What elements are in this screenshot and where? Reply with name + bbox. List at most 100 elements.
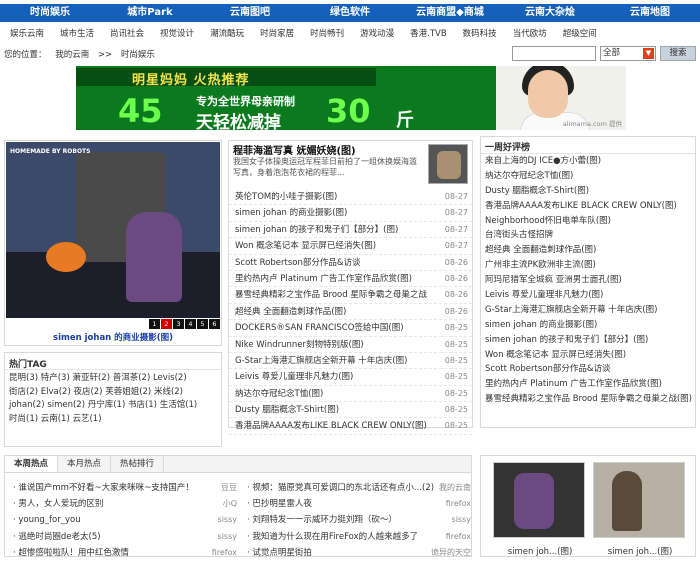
thumb-caption[interactable]: simen joh...(图) <box>594 545 686 557</box>
thumb-image[interactable]: simen joh...(图) <box>493 462 585 557</box>
list-item[interactable]: simen johan 的孩子和鬼子们【部分】(图) 08-27 <box>229 222 472 239</box>
subnav-item[interactable]: 当代欧坊 <box>513 27 547 39</box>
banner-model-image: alimama.com 提供 <box>496 66 626 130</box>
list-item[interactable]: · 我知道为什么现在用FireFox的人越来越多了 firefox <box>243 529 473 545</box>
list-item[interactable]: 纳达尔夺冠纪念T恤(图) 08-25 <box>229 386 472 403</box>
photo-logo: HOMEMADE BY ROBOTS <box>10 148 91 155</box>
list-item[interactable]: Won 概念笔记本 显示屏已经消失(图) <box>481 348 695 363</box>
weekly-rank-title: 一周好评榜 <box>481 137 695 154</box>
list-item[interactable]: Leivis 尊爱儿童理非凡魅力(图) <box>481 288 695 303</box>
news-thumbnail[interactable] <box>428 144 468 184</box>
list-item[interactable]: simen johan 的商业摄影(图) <box>481 318 695 333</box>
thumb-caption[interactable]: simen joh...(图) <box>494 545 586 557</box>
tag-row[interactable]: 时尚(1) 云南(1) 云艺(1) <box>9 413 217 427</box>
tab-this-month[interactable]: 本月热点 <box>58 456 112 472</box>
list-item[interactable]: Scott Robertson部分作品&访谈 08-26 <box>229 255 472 271</box>
news-description: 我国女子体操奥运冠军程菲日前拍了一组休换娱海滥写真，身着泡泡花衣裙的程菲... <box>233 157 417 177</box>
nav-green-software[interactable]: 绿色软件 <box>300 4 400 22</box>
list-item[interactable]: 香港品牌AAAA发布LIKE BLACK CREW ONLY(图) <box>481 199 695 214</box>
thumb-image[interactable]: simen joh...(图) <box>593 462 685 557</box>
list-item[interactable]: Nike Windrunner刻物特别版(图) 08-25 <box>229 337 472 353</box>
pager-2[interactable]: 2 <box>161 319 172 329</box>
chevron-down-icon[interactable]: ▼ <box>643 48 654 59</box>
subnav-item[interactable]: 时尚家居 <box>260 27 294 39</box>
subnav-item[interactable]: 数码科技 <box>463 27 497 39</box>
list-item[interactable]: DOCKERS®SAN FRANCISCO签给中国(图) 08-25 <box>229 320 472 337</box>
tab-this-week[interactable]: 本周热点 <box>5 456 59 472</box>
list-item[interactable]: · young_for_you sissy <box>9 512 239 528</box>
banner-slogan: 天轻松减掉 <box>196 113 281 130</box>
nav-yunnan-mall[interactable]: 云南商盟◆商城 <box>400 4 500 22</box>
list-item[interactable]: 来自上海的DJ ICE●方小蕾(图) <box>481 154 695 169</box>
tag-row[interactable]: 街店(2) Elva(2) 夜店(2) 芙蓉姐姐(2) 米线(2) <box>9 386 217 400</box>
featured-photo[interactable]: HOMEMADE BY ROBOTS <box>6 142 220 318</box>
photo-pager: 1 2 3 4 5 6 <box>149 319 220 329</box>
list-item[interactable]: · 逃绝时尚圈de老太(5) sissy <box>9 529 239 545</box>
list-item[interactable]: Won 概念笔记本 显示屏已经消失(图) 08-27 <box>229 238 472 255</box>
search-button[interactable]: 搜索 <box>660 46 696 61</box>
pager-3[interactable]: 3 <box>173 319 184 329</box>
list-item[interactable]: · 谁说国产mm不好看~大家来咪咪~支持国产！ 豆豆 <box>9 480 239 496</box>
list-item[interactable]: · 超惨感啦啦队！用中红色激情 firefox <box>9 545 239 561</box>
news-box: 程菲海滥写真 妩媚妖娆(图) 我国女子体操奥运冠军程菲日前拍了一组休换娱海滥写真… <box>228 140 473 435</box>
subnav-item[interactable]: 娱乐云南 <box>10 27 44 39</box>
list-item[interactable]: · 巴抄明星雷人夜 firefox <box>243 496 473 512</box>
list-item[interactable]: 里约热内卢 Platinum 广告工作室作品欣赏(图) <box>481 377 695 392</box>
list-item[interactable]: 英伦TOM的小哇子摄影(图) 08-27 <box>229 189 472 206</box>
banner-number-30: 30 <box>326 92 371 130</box>
subnav-item[interactable]: 视觉设计 <box>160 27 194 39</box>
list-item[interactable]: 香港品牌AAAA发布LIKE BLACK CREW ONLY(图) 08-25 <box>229 418 472 435</box>
list-item[interactable]: 阿玛尼猎军全城疯 亚洲男士面孔(图) <box>481 273 695 288</box>
subnav-item[interactable]: 超级空间 <box>563 27 597 39</box>
list-item[interactable]: · 男人，女人爱玩的区别 小Q <box>9 496 239 512</box>
pager-5[interactable]: 5 <box>197 319 208 329</box>
list-item[interactable]: 里约热内卢 Platinum 广告工作室作品欣赏(图) 08-26 <box>229 271 472 288</box>
subnav-item[interactable]: 尚讯社会 <box>110 27 144 39</box>
subnav-item[interactable]: 游戏动漫 <box>360 27 394 39</box>
search-scope-select[interactable]: 全部 ▼ <box>600 46 656 61</box>
list-item[interactable]: 暴雪经典精彩之宝作品 Brood 星际争霸之母巢之战(图) <box>481 392 695 407</box>
nav-yunnan-map[interactable]: 云南地图 <box>600 4 700 22</box>
list-item[interactable]: G-Star上海港汇旗舰店全新开幕 十年店庆(图) <box>481 303 695 318</box>
list-item[interactable]: · 视频：猫原党真可爱调口的东北话还有点小...(2) 我的云南 <box>243 480 473 496</box>
nav-yunnan-misc[interactable]: 云南大杂烩 <box>500 4 600 22</box>
pager-1[interactable]: 1 <box>149 319 160 329</box>
list-item[interactable]: · 试觉点明星街拍 诡异的天空 <box>243 545 473 561</box>
breadcrumb-separator: >> <box>97 50 113 60</box>
ad-banner[interactable]: 明星妈妈 火热推荐 45 专为全世界母亲研制 天轻松减掉 30 斤 alimam… <box>76 66 626 130</box>
list-item[interactable]: Leivis 尊爱儿童理非凡魅力(图) 08-25 <box>229 369 472 386</box>
list-item[interactable]: Neighborhood怀旧电单车队(图) <box>481 214 695 229</box>
list-item[interactable]: 广州非主流PK欧洲非主流(图) <box>481 258 695 273</box>
list-item[interactable]: 超经典 全面翻造刺球作品(图) <box>481 243 695 258</box>
list-item[interactable]: G-Star上海港汇旗舰店全新开幕 十年店庆(图) 08-25 <box>229 353 472 370</box>
subnav-item[interactable]: 时尚畅刊 <box>310 27 344 39</box>
pager-4[interactable]: 4 <box>185 319 196 329</box>
banner-headline: 明星妈妈 火热推荐 <box>132 73 250 88</box>
list-item[interactable]: Dusty 胭脂概念T-Shirt(图) <box>481 184 695 199</box>
nav-entertainment[interactable]: 时尚娱乐 <box>0 4 100 22</box>
list-item[interactable]: simen johan 的商业摄影(图) 08-27 <box>229 205 472 222</box>
subnav-item[interactable]: 城市生活 <box>60 27 94 39</box>
list-item[interactable]: Dusty 胭脂概念T-Shirt(图) 08-25 <box>229 402 472 419</box>
photo-caption[interactable]: simen johan 的商业摄影(图) <box>5 331 221 343</box>
list-item[interactable]: Scott Robertson部分作品&访谈 <box>481 362 695 377</box>
nav-city-park[interactable]: 城市Park <box>100 4 200 22</box>
list-item[interactable]: 超经典 全面翻造刺球作品(图) 08-26 <box>229 304 472 321</box>
news-headline[interactable]: 程菲海滥写真 妩媚妖娆(图) <box>233 142 356 157</box>
list-item[interactable]: 台湾街头古怪招牌 <box>481 228 695 243</box>
subnav-item[interactable]: 香港.TVB <box>410 27 447 39</box>
search-input[interactable] <box>512 46 596 61</box>
list-item[interactable]: 暴雪经典精彩之宝作品 Brood 星际争霸之母巢之战 08-26 <box>229 287 472 304</box>
hot-tags-box: 热门TAG 昆明(3) 特产(3) 萧亚轩(2) 普洱茶(2) Levis(2)… <box>4 352 222 447</box>
breadcrumb-current[interactable]: 时尚娱乐 <box>121 50 155 60</box>
pager-6[interactable]: 6 <box>209 319 220 329</box>
tag-row[interactable]: 昆明(3) 特产(3) 萧亚轩(2) 普洱茶(2) Levis(2) <box>9 372 217 386</box>
list-item[interactable]: · 刘翔特发一一示威环力挺刘翔（砍～） sissy <box>243 512 473 528</box>
subnav-item[interactable]: 潮流酷玩 <box>210 27 244 39</box>
tab-hot-posts[interactable]: 热帖排行 <box>111 456 165 472</box>
list-item[interactable]: 纳达尔夺冠纪念T恤(图) <box>481 169 695 184</box>
tag-row[interactable]: johan(2) simen(2) 丹宁库(1) 书店(1) 生活馆(1) <box>9 399 217 413</box>
list-item[interactable]: simen johan 的孩子和鬼子们【部分】(图) <box>481 333 695 348</box>
breadcrumb-home[interactable]: 我的云南 <box>55 50 89 60</box>
nav-yunnan-pics[interactable]: 云南图吧 <box>200 4 300 22</box>
